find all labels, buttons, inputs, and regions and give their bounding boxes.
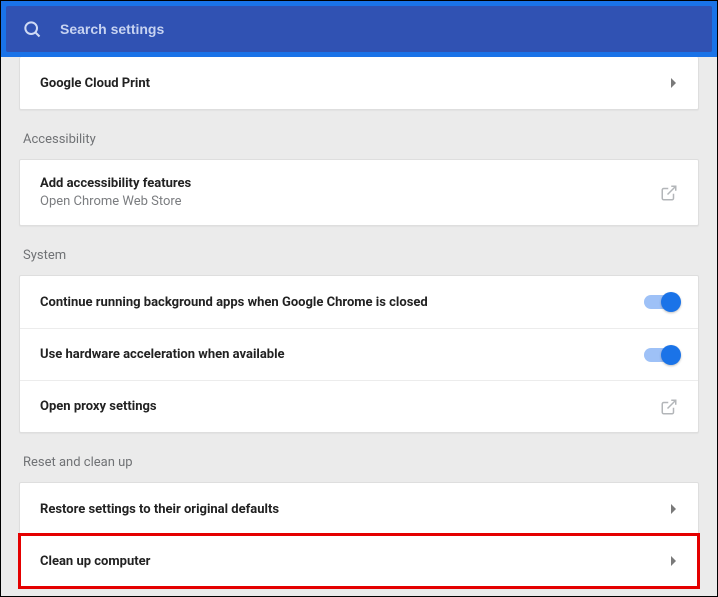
section-label-accessibility: Accessibility <box>1 110 717 159</box>
section-label-system: System <box>1 226 717 275</box>
external-link-icon <box>660 398 678 416</box>
external-link-icon <box>660 184 678 202</box>
toggle-hardware-acceleration[interactable] <box>644 348 678 362</box>
search-bar[interactable] <box>6 6 712 52</box>
row-continue-background-apps: Continue running background apps when Go… <box>20 276 698 328</box>
row-title: Restore settings to their original defau… <box>40 502 279 517</box>
row-hardware-acceleration: Use hardware acceleration when available <box>20 328 698 380</box>
row-title: Continue running background apps when Go… <box>40 295 428 310</box>
row-google-cloud-print[interactable]: Google Cloud Print <box>20 57 698 109</box>
row-subtitle: Open Chrome Web Store <box>40 194 191 209</box>
row-open-proxy-settings[interactable]: Open proxy settings <box>20 380 698 432</box>
search-icon <box>22 19 42 39</box>
row-title: Add accessibility features <box>40 176 191 191</box>
row-clean-up-computer[interactable]: Clean up computer <box>20 535 698 587</box>
chevron-right-icon <box>670 552 678 571</box>
toggle-continue-background-apps[interactable] <box>644 295 678 309</box>
row-title: Open proxy settings <box>40 399 157 414</box>
section-label-reset: Reset and clean up <box>1 433 717 482</box>
chevron-right-icon <box>670 74 678 93</box>
row-title: Clean up computer <box>40 554 150 569</box>
row-add-accessibility-features[interactable]: Add accessibility features Open Chrome W… <box>20 160 698 225</box>
search-input[interactable] <box>60 21 700 37</box>
row-title: Use hardware acceleration when available <box>40 347 285 362</box>
chevron-right-icon <box>670 500 678 519</box>
row-title: Google Cloud Print <box>40 76 150 91</box>
row-restore-defaults[interactable]: Restore settings to their original defau… <box>20 483 698 535</box>
